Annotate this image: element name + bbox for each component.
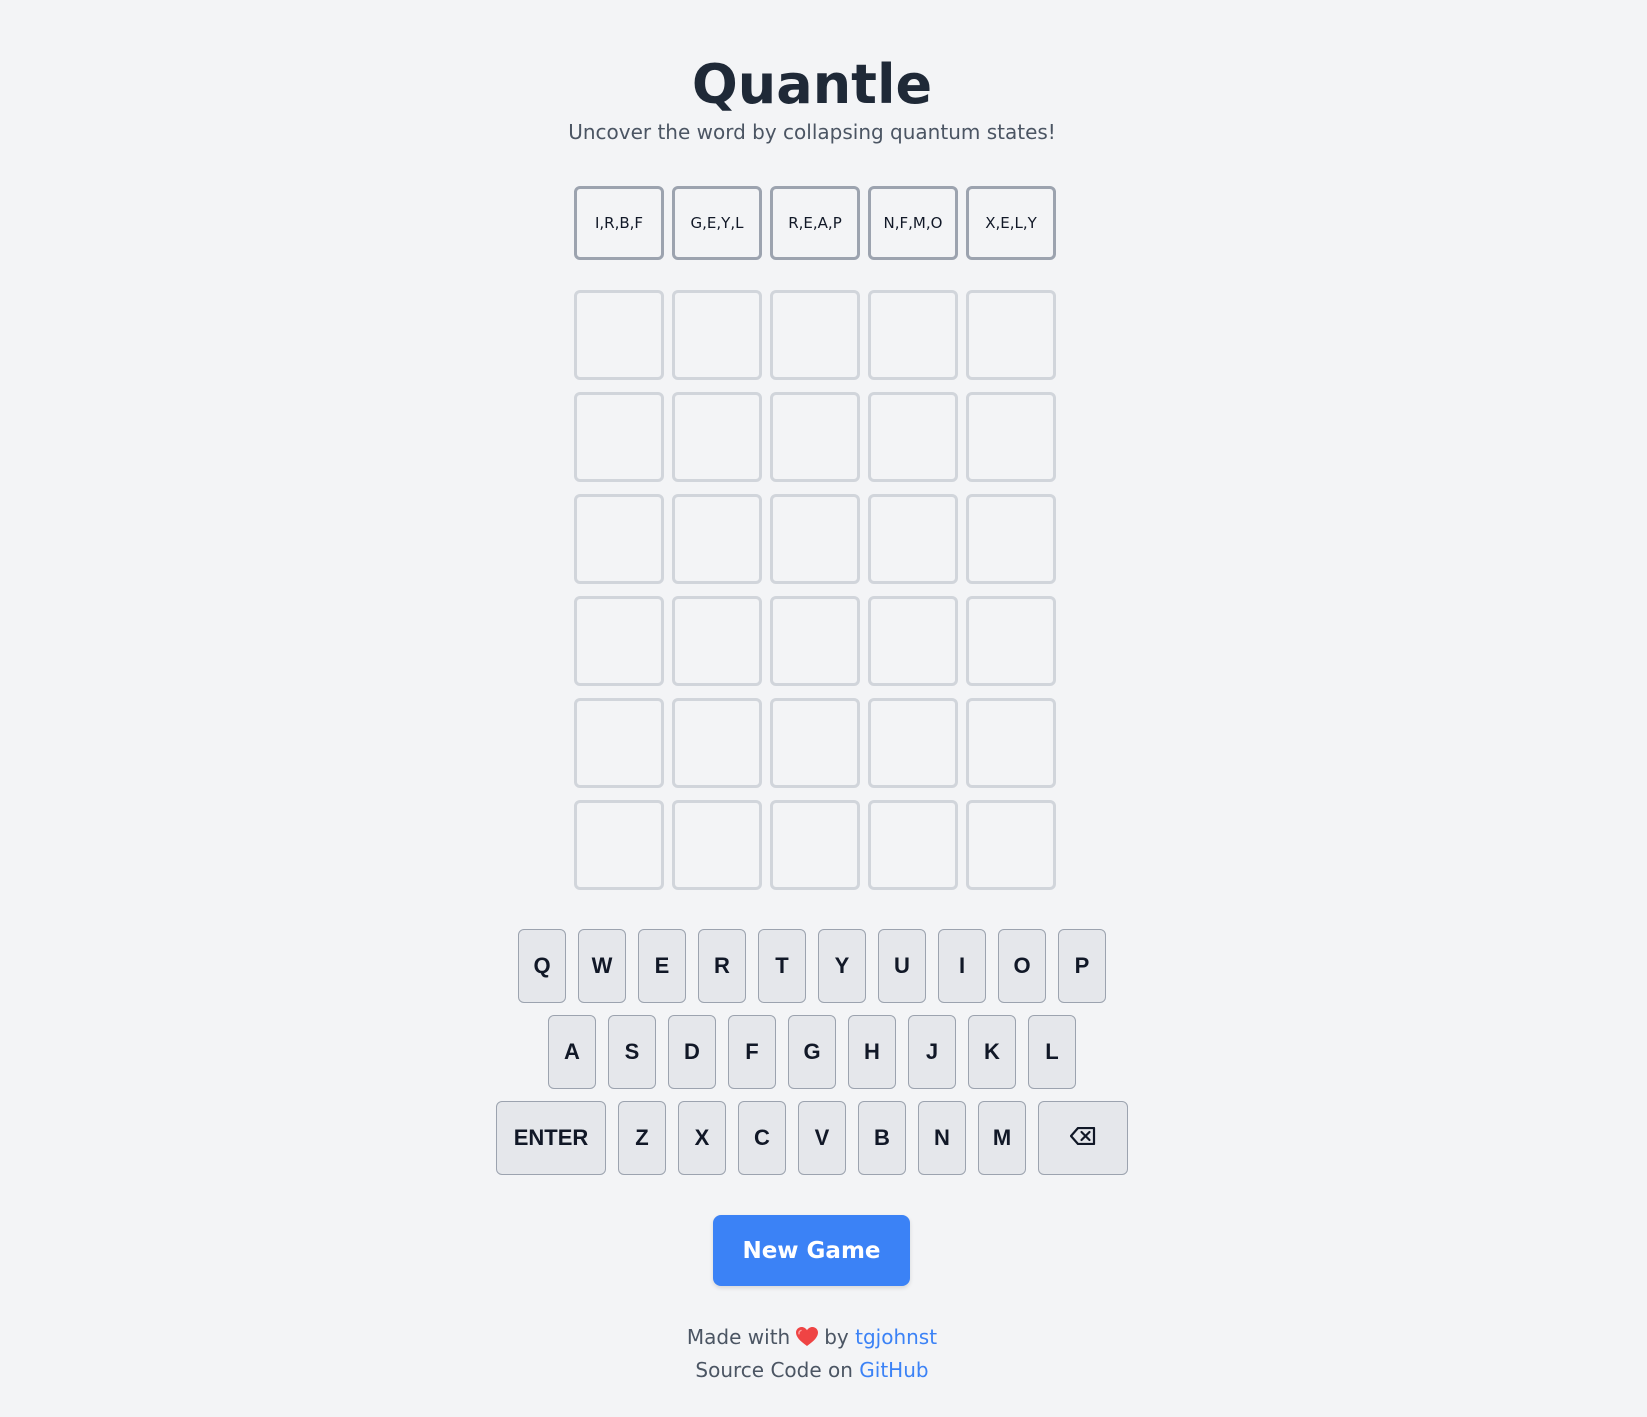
guess-cell [672,494,762,584]
key-k[interactable]: K [968,1015,1016,1089]
keyboard-row-2: A S D F G H J K L [548,1015,1076,1089]
key-v[interactable]: V [798,1101,846,1175]
guess-cell [672,698,762,788]
key-a[interactable]: A [548,1015,596,1089]
guess-cell [868,698,958,788]
guess-cell [574,494,664,584]
guess-cell [770,290,860,380]
on-screen-keyboard: Q W E R T Y U I O P A S D F G H J K L EN… [0,929,1624,1175]
guess-cell [574,698,664,788]
key-l[interactable]: L [1028,1015,1076,1089]
backspace-key[interactable] [1038,1101,1128,1175]
guess-cell [770,494,860,584]
guess-cell [672,596,762,686]
github-link[interactable]: GitHub [859,1358,928,1382]
footer-credit-line: Made with by tgjohnst [0,1322,1624,1355]
guess-row [574,392,1056,482]
guess-cell [672,800,762,890]
game-page: Quantle Uncover the word by collapsing q… [0,0,1647,1417]
guess-cell [966,494,1056,584]
guess-cell [868,290,958,380]
key-w[interactable]: W [578,929,626,1003]
key-o[interactable]: O [998,929,1046,1003]
guess-cell [966,392,1056,482]
key-u[interactable]: U [878,929,926,1003]
key-f[interactable]: F [728,1015,776,1089]
key-i[interactable]: I [938,929,986,1003]
guess-cell [770,596,860,686]
key-y[interactable]: Y [818,929,866,1003]
key-c[interactable]: C [738,1101,786,1175]
page-title: Quantle [691,53,933,116]
quantum-state-tile: N,F,M,O [868,186,958,260]
guess-cell [966,596,1056,686]
quantum-state-tile: R,E,A,P [770,186,860,260]
key-b[interactable]: B [858,1101,906,1175]
guess-cell [574,392,664,482]
key-d[interactable]: D [668,1015,716,1089]
source-code-text: Source Code on [695,1358,853,1382]
key-x[interactable]: X [678,1101,726,1175]
guess-row [574,596,1056,686]
guess-row [574,290,1056,380]
key-e[interactable]: E [638,929,686,1003]
key-p[interactable]: P [1058,929,1106,1003]
by-text: by [824,1325,849,1349]
guess-row [574,800,1056,890]
author-link[interactable]: tgjohnst [855,1325,937,1349]
key-g[interactable]: G [788,1015,836,1089]
guess-cell [868,392,958,482]
footer-source-line: Source Code on GitHub [0,1355,1624,1385]
keyboard-row-3: ENTER Z X C V B N M [496,1101,1128,1175]
guess-cell [574,596,664,686]
guess-cell [868,800,958,890]
guess-cell [966,290,1056,380]
key-h[interactable]: H [848,1015,896,1089]
new-game-button[interactable]: New Game [713,1215,910,1286]
guess-row [574,494,1056,584]
key-s[interactable]: S [608,1015,656,1089]
guess-cell [966,698,1056,788]
quantum-state-tile: I,R,B,F [574,186,664,260]
guess-cell [770,698,860,788]
quantum-states-row: I,R,B,F G,E,Y,L R,E,A,P N,F,M,O X,E,L,Y [574,186,1056,260]
page-subtitle: Uncover the word by collapsing quantum s… [568,120,1056,144]
made-with-text: Made with [686,1325,791,1349]
guess-cell [868,596,958,686]
guess-cell [672,290,762,380]
key-q[interactable]: Q [518,929,566,1003]
guess-row [574,698,1056,788]
guess-cell [574,290,664,380]
key-n[interactable]: N [918,1101,966,1175]
guess-cell [672,392,762,482]
quantum-state-tile: G,E,Y,L [672,186,762,260]
key-m[interactable]: M [978,1101,1026,1175]
key-z[interactable]: Z [618,1101,666,1175]
enter-key[interactable]: ENTER [496,1101,606,1175]
key-t[interactable]: T [758,929,806,1003]
guess-grid [574,290,1056,890]
backspace-icon [1069,1125,1096,1151]
guess-cell [770,392,860,482]
guess-cell [770,800,860,890]
heart-icon [796,1325,819,1355]
quantum-state-tile: X,E,L,Y [966,186,1056,260]
key-j[interactable]: J [908,1015,956,1089]
guess-cell [966,800,1056,890]
keyboard-row-1: Q W E R T Y U I O P [518,929,1106,1003]
guess-cell [868,494,958,584]
footer: Made with by tgjohnst Source Code on GitH… [0,1322,1624,1385]
guess-cell [574,800,664,890]
key-r[interactable]: R [698,929,746,1003]
